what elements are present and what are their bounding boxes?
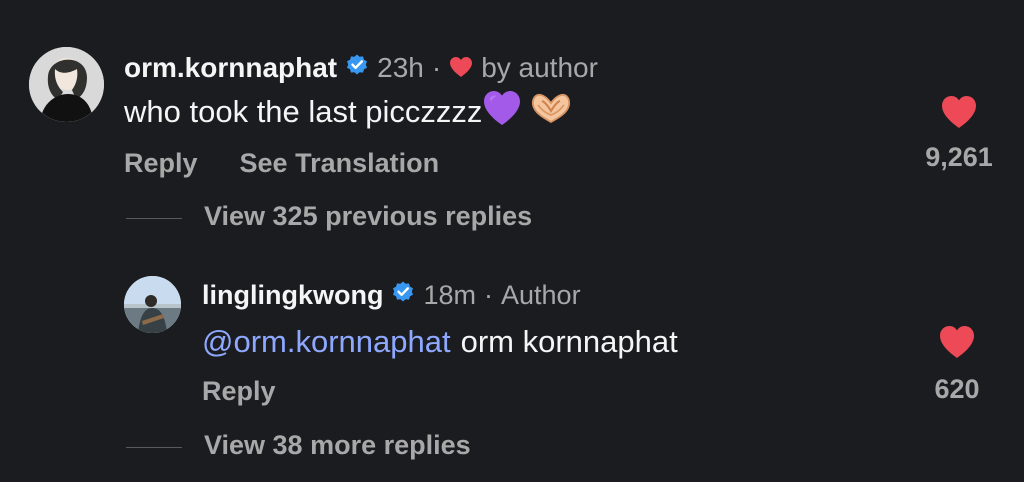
avatar-photo-icon [124,276,181,333]
separator-dot: · [484,279,494,310]
view-more-replies-button[interactable]: View 38 more replies [204,430,471,461]
heart-icon[interactable] [937,324,977,360]
comment-meta: linglingkwong 18m · Author [202,278,581,312]
see-translation-button[interactable]: See Translation [240,148,440,179]
purple-heart-emoji [482,89,522,135]
verified-badge-icon [345,52,369,84]
username[interactable]: linglingkwong [202,280,383,311]
comment-lingling: linglingkwong 18m · Author @orm.kornnaph… [0,260,1024,410]
heart-hands-emoji [530,91,572,133]
timestamp: 18m [423,279,477,310]
comment-actions: Reply See Translation [124,145,439,181]
avatar[interactable] [29,47,104,122]
thread-divider [126,218,182,219]
thread-divider [126,447,182,448]
comment-orm: orm.kornnaphat 23h · by author who took … [0,0,1024,200]
username[interactable]: orm.kornnaphat [124,52,337,84]
like-block: 9,261 [920,94,998,173]
comments-screen: orm.kornnaphat 23h · by author who took … [0,0,1024,482]
comment-text-row: who took the last picczzzz [124,91,572,133]
comment-text-row: @orm.kornnaphat orm kornnaphat [202,321,678,363]
comment-text: who took the last picczzzz [124,94,483,129]
view-previous-replies-button[interactable]: View 325 previous replies [204,201,532,232]
comment-text: orm kornnaphat [460,324,678,359]
avatar[interactable] [124,276,181,333]
verified-badge-icon [391,280,415,311]
like-block: 620 [918,324,996,405]
liked-by-author-label: by author [481,52,598,83]
heart-icon [449,53,473,85]
separator-dot: · [431,52,442,83]
comment-meta: orm.kornnaphat 23h · by author [124,51,598,85]
like-count: 9,261 [925,142,993,172]
heart-icon[interactable] [939,94,979,130]
like-count: 620 [934,374,980,404]
avatar-photo-icon [29,47,104,122]
comment-actions: Reply [202,373,276,409]
mention-link[interactable]: @orm.kornnaphat [202,324,451,360]
reply-button[interactable]: Reply [124,148,198,179]
reply-button[interactable]: Reply [202,376,276,407]
author-label: Author [501,279,581,310]
timestamp: 23h [377,52,424,83]
